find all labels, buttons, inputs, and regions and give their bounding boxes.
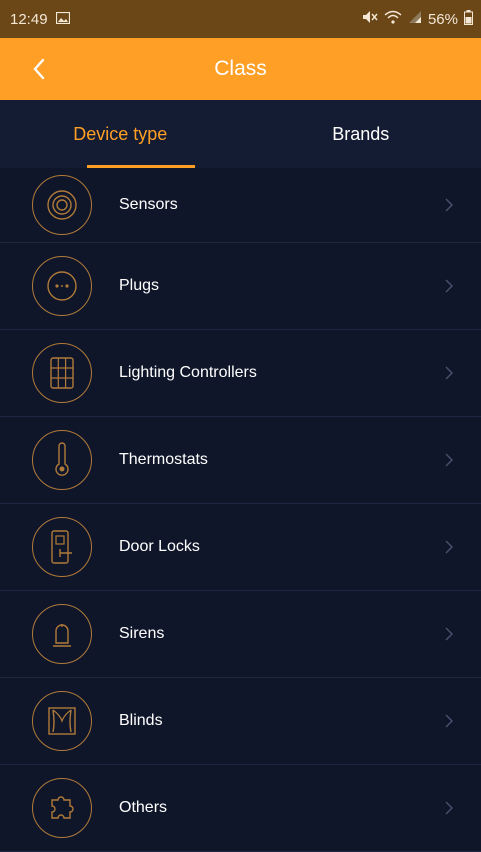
status-right: 56%	[362, 10, 473, 29]
chevron-right-icon	[441, 452, 457, 468]
list-item-door-locks[interactable]: Door Locks	[0, 504, 481, 591]
chevron-right-icon	[441, 278, 457, 294]
wifi-icon	[384, 10, 402, 28]
list-item-label: Lighting Controllers	[119, 364, 441, 382]
list-item-label: Thermostats	[119, 451, 441, 469]
chevron-right-icon	[441, 713, 457, 729]
chevron-left-icon	[32, 58, 46, 80]
list-item-lighting-controllers[interactable]: Lighting Controllers	[0, 330, 481, 417]
tab-device-type[interactable]: Device type	[0, 100, 241, 168]
tab-label: Device type	[73, 124, 167, 145]
list-item-label: Plugs	[119, 277, 441, 295]
list-item-others[interactable]: Others	[0, 765, 481, 852]
tab-bar: Device type Brands	[0, 100, 481, 168]
chevron-right-icon	[441, 197, 457, 213]
battery-icon	[464, 10, 473, 29]
tab-brands[interactable]: Brands	[241, 100, 481, 168]
thermometer-icon	[32, 430, 92, 490]
chevron-right-icon	[441, 365, 457, 381]
list-item-sensors[interactable]: Sensors	[0, 168, 481, 243]
list-item-sirens[interactable]: Sirens	[0, 591, 481, 678]
blinds-icon	[32, 691, 92, 751]
tab-label: Brands	[332, 124, 389, 145]
list-item-label: Sirens	[119, 625, 441, 643]
list-item-label: Sensors	[119, 196, 441, 214]
chevron-right-icon	[441, 626, 457, 642]
mute-icon	[362, 10, 378, 28]
gallery-notification-icon	[56, 11, 70, 28]
light-switch-icon	[32, 343, 92, 403]
plug-icon	[32, 256, 92, 316]
sensor-icon	[32, 175, 92, 235]
device-type-list: Sensors Plugs Lighting Controllers Therm…	[0, 168, 481, 852]
signal-icon	[408, 10, 422, 28]
status-bar: 12:49 56%	[0, 0, 481, 38]
battery-percent: 56%	[428, 11, 458, 28]
siren-icon	[32, 604, 92, 664]
app-header: Class	[0, 38, 481, 100]
back-button[interactable]	[26, 56, 52, 82]
puzzle-icon	[32, 778, 92, 838]
list-item-blinds[interactable]: Blinds	[0, 678, 481, 765]
page-title: Class	[0, 57, 481, 81]
chevron-right-icon	[441, 800, 457, 816]
door-lock-icon	[32, 517, 92, 577]
status-time: 12:49	[10, 11, 48, 28]
list-item-plugs[interactable]: Plugs	[0, 243, 481, 330]
list-item-label: Blinds	[119, 712, 441, 730]
list-item-label: Others	[119, 799, 441, 817]
list-item-label: Door Locks	[119, 538, 441, 556]
list-item-thermostats[interactable]: Thermostats	[0, 417, 481, 504]
status-left: 12:49	[10, 11, 70, 28]
chevron-right-icon	[441, 539, 457, 555]
